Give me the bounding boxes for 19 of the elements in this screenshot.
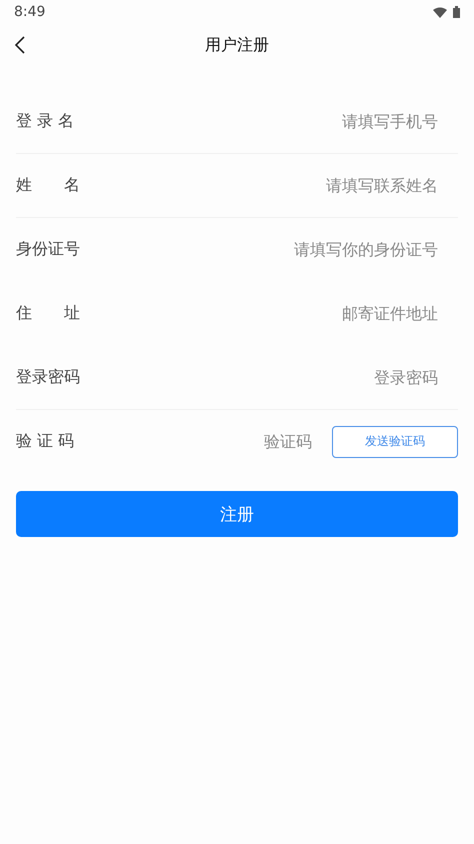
- input-field[interactable]: 请填写你的身份证号: [126, 234, 458, 264]
- field-label: 姓 名: [16, 175, 81, 196]
- battery-icon: [453, 6, 460, 18]
- register-button[interactable]: 注册: [16, 491, 458, 537]
- input-field[interactable]: 邮寄证件地址: [126, 298, 458, 328]
- field-label: 登 录 名: [16, 111, 76, 132]
- page-title: 用户注册: [205, 34, 269, 56]
- field-label: 登录密码: [16, 367, 81, 388]
- wifi-icon: [433, 6, 447, 18]
- input-field[interactable]: 请填写手机号: [126, 106, 458, 136]
- send-code-button[interactable]: 发送验证码: [332, 426, 458, 458]
- field-label: 身份证号: [16, 239, 81, 260]
- status-time: 8:49: [14, 4, 46, 20]
- input-field[interactable]: 登录密码: [126, 362, 458, 392]
- field-label: 住 址: [16, 303, 81, 324]
- input-field[interactable]: 请填写联系姓名: [126, 170, 458, 200]
- field-label: 验 证 码: [16, 431, 76, 452]
- back-icon[interactable]: [14, 36, 26, 54]
- input-field[interactable]: 验证码: [126, 426, 332, 456]
